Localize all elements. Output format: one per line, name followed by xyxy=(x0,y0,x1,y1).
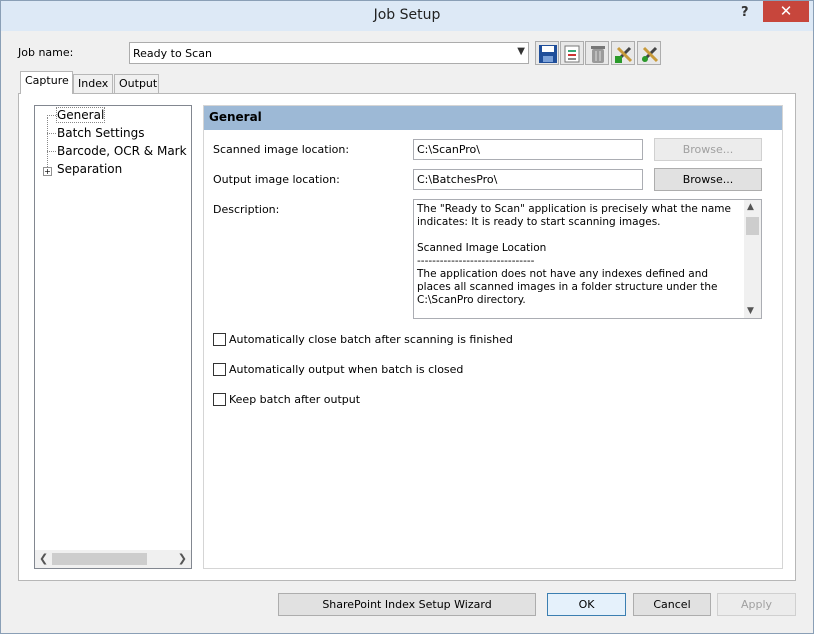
auto-close-batch-checkbox[interactable] xyxy=(213,333,226,346)
tools-edit-button[interactable] xyxy=(637,41,661,65)
job-setup-window: Job Setup ? ✕ Job name: Ready to Scan ▼ xyxy=(0,0,814,634)
cancel-button[interactable]: Cancel xyxy=(633,593,711,616)
description-scrollbar[interactable]: ▲ ▼ xyxy=(744,200,761,318)
scroll-down-icon[interactable]: ▼ xyxy=(747,306,754,316)
job-name-label: Job name: xyxy=(18,46,74,59)
description-text: The "Ready to Scan" application is preci… xyxy=(417,203,731,306)
delete-button[interactable] xyxy=(585,41,609,65)
scroll-up-icon[interactable]: ▲ xyxy=(747,202,754,212)
tree-connector xyxy=(47,115,56,116)
scanned-image-location-label: Scanned image location: xyxy=(213,143,350,156)
tree-item-general[interactable]: General xyxy=(55,107,106,123)
close-button[interactable]: ✕ xyxy=(763,1,809,22)
tree-connector xyxy=(47,133,56,134)
output-image-location-label: Output image location: xyxy=(213,173,340,186)
title-bar: Job Setup ? ✕ xyxy=(1,1,813,31)
trash-icon xyxy=(591,46,605,63)
properties-icon xyxy=(564,45,580,63)
ok-button[interactable]: OK xyxy=(547,593,626,616)
settings-tree[interactable]: General Batch Settings Barcode, OCR & Ma… xyxy=(34,105,192,569)
tree-item-batch-settings[interactable]: Batch Settings xyxy=(57,126,145,140)
scroll-left-icon[interactable]: ❮ xyxy=(39,552,48,565)
keep-batch-checkbox[interactable] xyxy=(213,393,226,406)
tools-add-button[interactable] xyxy=(611,41,635,65)
scroll-right-icon[interactable]: ❯ xyxy=(178,552,187,565)
help-button[interactable]: ? xyxy=(741,5,749,20)
section-header: General xyxy=(204,106,782,130)
tools-add-icon xyxy=(615,46,633,63)
auto-output-label[interactable]: Automatically output when batch is close… xyxy=(229,363,463,376)
tree-connector xyxy=(47,117,48,173)
job-name-dropdown[interactable]: Ready to Scan ▼ xyxy=(129,42,529,64)
tree-item-separation[interactable]: Separation xyxy=(57,162,122,176)
save-icon xyxy=(539,45,557,63)
auto-close-batch-label[interactable]: Automatically close batch after scanning… xyxy=(229,333,513,346)
tree-item-barcode-ocr[interactable]: Barcode, OCR & Mark De xyxy=(57,144,191,158)
window-title: Job Setup xyxy=(373,7,441,23)
job-name-value: Ready to Scan xyxy=(133,47,212,60)
tools-edit-icon xyxy=(641,46,659,63)
apply-button[interactable]: Apply xyxy=(717,593,796,616)
properties-button[interactable] xyxy=(560,41,584,65)
output-image-location-input[interactable]: C:\BatchesPro\ xyxy=(413,169,643,190)
save-button[interactable] xyxy=(535,41,559,65)
browse-scanned-button[interactable]: Browse... xyxy=(654,138,762,161)
tab-capture[interactable]: Capture xyxy=(20,71,73,94)
expand-icon[interactable]: + xyxy=(43,167,52,176)
tab-output[interactable]: Output xyxy=(114,74,159,93)
tree-connector xyxy=(47,151,56,152)
tree-horizontal-scrollbar[interactable]: ❮ ❯ xyxy=(35,550,191,568)
description-textarea[interactable]: The "Ready to Scan" application is preci… xyxy=(413,199,762,319)
chevron-down-icon: ▼ xyxy=(517,46,525,57)
browse-output-button[interactable]: Browse... xyxy=(654,168,762,191)
sharepoint-wizard-button[interactable]: SharePoint Index Setup Wizard xyxy=(278,593,536,616)
tab-index[interactable]: Index xyxy=(73,74,113,93)
scroll-thumb[interactable] xyxy=(52,553,147,565)
scanned-image-location-input[interactable]: C:\ScanPro\ xyxy=(413,139,643,160)
scroll-thumb[interactable] xyxy=(746,217,759,235)
description-label: Description: xyxy=(213,203,280,216)
auto-output-checkbox[interactable] xyxy=(213,363,226,376)
keep-batch-label[interactable]: Keep batch after output xyxy=(229,393,360,406)
